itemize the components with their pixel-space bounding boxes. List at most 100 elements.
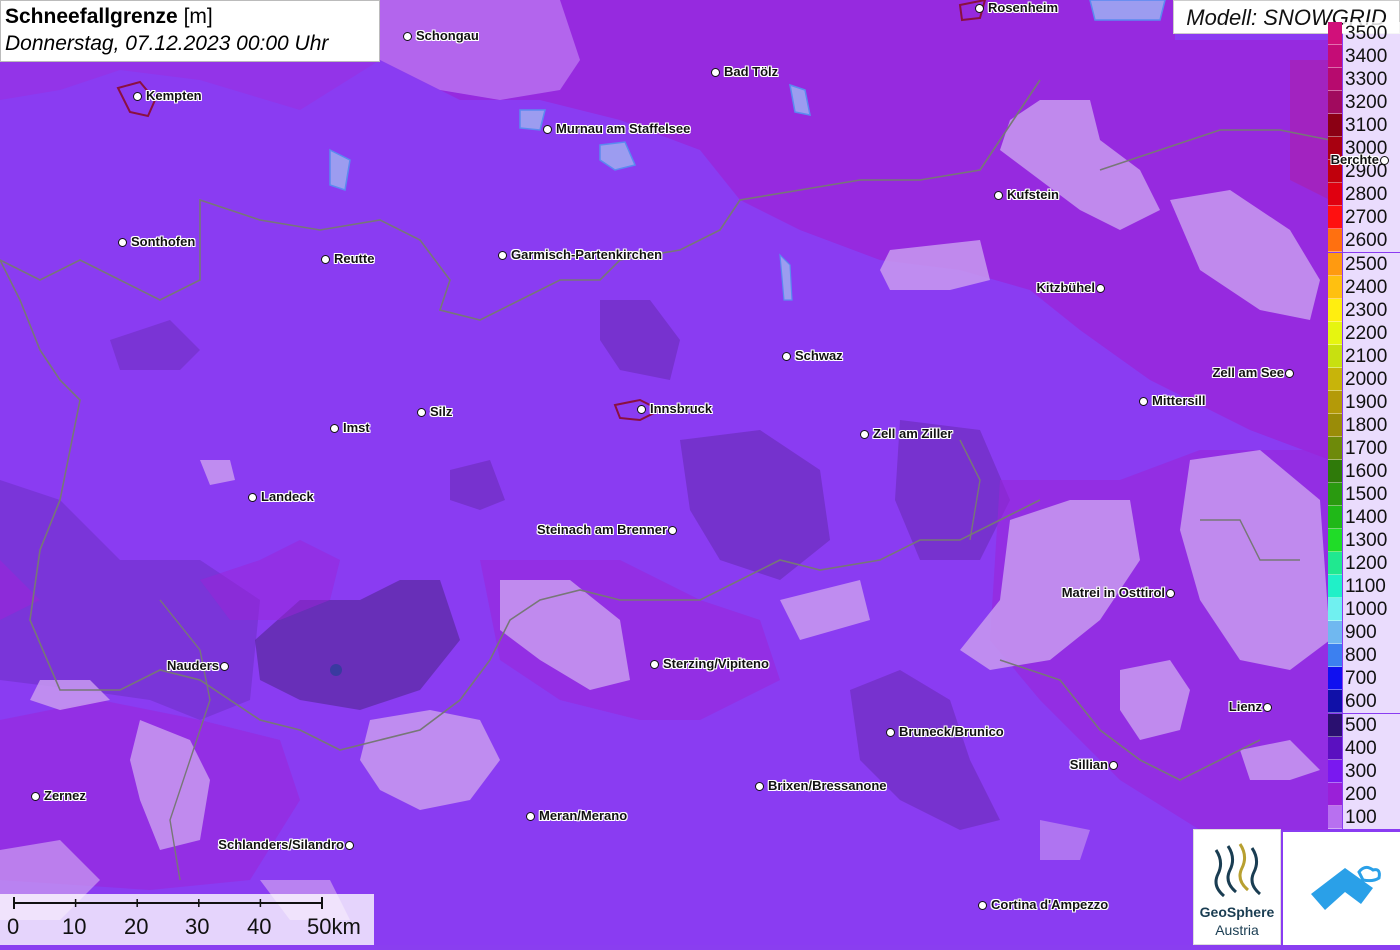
legend-swatch [1328, 552, 1342, 576]
city-marker [498, 251, 507, 260]
legend-label: 100 [1343, 805, 1400, 829]
legend-row: 1300 [1328, 529, 1400, 553]
legend-label: 2400 [1343, 275, 1400, 299]
legend-row: 3300 [1328, 68, 1400, 92]
legend-swatch [1328, 183, 1342, 207]
legend-row: 2400 [1328, 275, 1400, 299]
legend-swatch [1328, 206, 1342, 230]
city-label: Sillian [1069, 757, 1108, 772]
legend-label: 500 [1343, 713, 1400, 737]
city-marker [860, 430, 869, 439]
legend-label: 3300 [1343, 68, 1400, 92]
city-marker [31, 792, 40, 801]
city-label: Murnau am Staffelsee [556, 121, 691, 136]
legend-row: 900 [1328, 621, 1400, 645]
legend-swatch [1328, 298, 1342, 322]
legend-row: 1800 [1328, 413, 1400, 437]
legend-label: 2000 [1343, 367, 1400, 391]
legend-row: 1700 [1328, 436, 1400, 460]
city-marker [994, 191, 1003, 200]
legend-row: 1500 [1328, 483, 1400, 506]
legend-row: 3200 [1328, 91, 1400, 115]
legend-row: 2000 [1328, 367, 1400, 391]
legend-label: 600 [1343, 690, 1400, 714]
legend-swatch [1328, 114, 1342, 138]
legend-swatch [1328, 390, 1342, 414]
legend-row: 400 [1328, 736, 1400, 760]
city-label: Kitzbühel [1036, 280, 1096, 295]
legend-label: 2500 [1343, 252, 1400, 276]
legend-label: 2800 [1343, 183, 1400, 207]
city-marker [1263, 703, 1272, 712]
city-marker [345, 841, 354, 850]
city-label: Kempten [146, 88, 202, 103]
city-marker [1096, 284, 1105, 293]
legend-label: 1400 [1343, 506, 1400, 530]
city-marker [417, 408, 426, 417]
city-label: Schongau [416, 28, 479, 43]
geosphere-logo[interactable]: GeoSphere Austria [1193, 829, 1281, 945]
city-marker [133, 92, 142, 101]
city-marker [711, 68, 720, 77]
legend-row: 600 [1328, 690, 1400, 714]
legend-row: 1600 [1328, 459, 1400, 483]
legend-label: 3200 [1343, 91, 1400, 115]
city-label: Sterzing/Vipiteno [663, 656, 769, 671]
legend-swatch [1328, 459, 1342, 483]
city-marker [526, 812, 535, 821]
snowgrid-logo[interactable] [1283, 832, 1400, 945]
legend-row: 300 [1328, 759, 1400, 783]
legend-swatch [1328, 275, 1342, 299]
title-unit: [m] [183, 5, 213, 28]
city-label: Berchte [1330, 152, 1379, 167]
title-text: Schneefallgrenze [5, 5, 178, 28]
city-marker [1380, 156, 1389, 165]
legend-swatch [1328, 413, 1342, 437]
legend-label: 700 [1343, 667, 1400, 691]
city-label: Garmisch-Partenkirchen [511, 247, 663, 262]
snowgrid-logo-icon [1311, 865, 1381, 910]
legend-swatch [1328, 252, 1342, 276]
city-label: Rosenheim [988, 0, 1059, 15]
legend-row: 3400 [1328, 45, 1400, 69]
map-title-box: Schneefallgrenze [m] Donnerstag, 07.12.2… [0, 0, 380, 62]
city-label: Nauders [166, 658, 219, 673]
city-marker [650, 660, 659, 669]
legend-row: 3500 [1328, 22, 1400, 45]
legend-swatch [1328, 529, 1342, 553]
city-marker [1166, 589, 1175, 598]
legend-swatch [1328, 68, 1342, 92]
legend-row: 1100 [1328, 575, 1400, 599]
scale-label-40: 40 [247, 914, 272, 939]
legend-label: 1300 [1343, 529, 1400, 553]
city-marker [1109, 761, 1118, 770]
legend-label: 1600 [1343, 459, 1400, 483]
legend-label: 2700 [1343, 206, 1400, 230]
city-label: Schwaz [795, 348, 843, 363]
legend-row: 1400 [1328, 506, 1400, 530]
legend-swatch [1328, 805, 1342, 829]
legend-swatch [1328, 575, 1342, 599]
city-label: Reutte [334, 251, 375, 266]
city-marker [637, 405, 646, 414]
legend-label: 1500 [1343, 483, 1400, 506]
city-marker [886, 728, 895, 737]
legend-row: 800 [1328, 644, 1400, 668]
city-label: Silz [430, 404, 453, 419]
legend-row: 2300 [1328, 298, 1400, 322]
legend-swatch [1328, 367, 1342, 391]
city-label: Bruneck/Brunico [899, 724, 1004, 739]
city-marker [543, 125, 552, 134]
scale-bar: 0 10 20 30 40 50km [0, 894, 374, 945]
legend-swatch [1328, 321, 1342, 345]
map-datetime: Donnerstag, 07.12.2023 00:00 Uhr [5, 32, 329, 55]
legend-label: 3400 [1343, 45, 1400, 69]
city-label: Landeck [261, 489, 314, 504]
legend-swatch [1328, 506, 1342, 530]
city-marker [755, 782, 764, 791]
geosphere-logo-text: GeoSphere [1199, 904, 1275, 920]
legend-label: 2300 [1343, 298, 1400, 322]
legend-swatch [1328, 91, 1342, 115]
city-label: Innsbruck [650, 401, 713, 416]
city-label: Bad Tölz [724, 64, 779, 79]
